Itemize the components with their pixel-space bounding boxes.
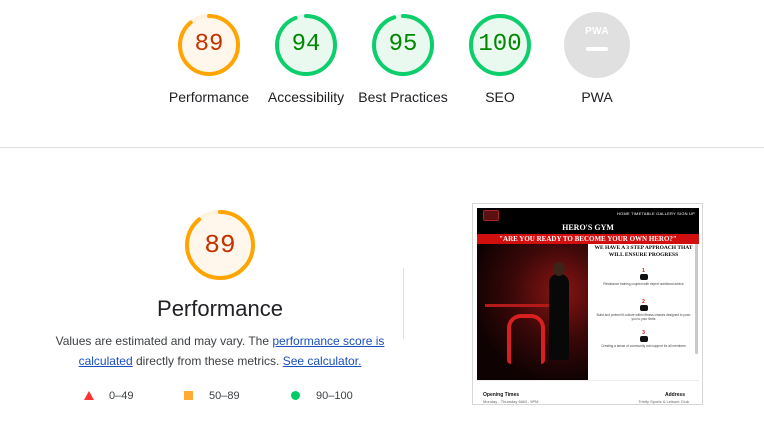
performance-title: Performance: [157, 296, 283, 321]
gauge-ring: 100: [467, 12, 533, 78]
photo-person-head: [553, 262, 565, 276]
legend-fail-range: 0–49: [109, 390, 134, 402]
gauge-label: Performance: [168, 89, 250, 105]
step-text: Resistance training coupled with expert …: [603, 282, 684, 286]
step-text: Build and protect fit-culture within fit…: [596, 313, 691, 321]
photo-person: [549, 274, 569, 360]
step-number: 3: [642, 330, 645, 336]
gauge-best-practices[interactable]: 95 Best Practices: [353, 12, 453, 107]
pwa-dash-icon: [586, 47, 608, 51]
gauge-ring: 95: [370, 12, 436, 78]
footer-address-line: Trinity Sports & Leisure Club: [638, 399, 689, 404]
performance-description: Values are estimated and may vary. The p…: [55, 331, 385, 371]
step-text: Creating a sense of community and suppor…: [601, 344, 686, 348]
category-gauges: 89 Performance 94 Accessibility 95 Best …: [0, 0, 764, 148]
see-calculator-link[interactable]: See calculator.: [283, 354, 362, 368]
gauge-accessibility[interactable]: 94 Accessibility: [256, 12, 356, 107]
average-square-icon: [184, 391, 193, 400]
gauge-seo[interactable]: 100 SEO: [450, 12, 550, 107]
site-tagline: "ARE YOU READY TO BECOME YOUR OWN HERO?": [477, 234, 699, 244]
site-nav-bar: HOME TIMETABLE GALLERY SIGN UP: [477, 208, 699, 222]
legend-average-range: 50–89: [209, 390, 240, 402]
dumbbell-icon: [639, 274, 648, 280]
gauge-score: 95: [388, 31, 418, 58]
performance-score: 89: [204, 230, 236, 260]
gauge-ring: 89: [176, 12, 242, 78]
site-footer: Opening Times Monday - Thursday 6AM - 9P…: [477, 380, 699, 404]
performance-gauge: 89: [183, 208, 257, 282]
section-divider: [0, 147, 764, 148]
legend-pass-range: 90–100: [316, 390, 353, 402]
gym-photo: [477, 244, 588, 380]
people-icon: [639, 336, 648, 342]
site-hero-title: HERO'S GYM: [477, 222, 699, 234]
gauge-label: PWA: [581, 89, 613, 105]
score-legend: 0–49 50–89 90–100: [84, 388, 374, 404]
gauge-score: 89: [194, 31, 224, 58]
screenshot-scrollbar: [695, 244, 698, 354]
step-number: 2: [642, 299, 645, 305]
steps-heading: WE HAVE A 3 STEP APPROACH THAT WILL ENSU…: [594, 245, 693, 258]
gauge-pwa[interactable]: PWA PWA: [547, 12, 647, 107]
photo-machine: [507, 314, 545, 364]
step-number: 1: [642, 268, 645, 274]
gauge-label: SEO: [485, 89, 515, 105]
footer-opening-times: Opening Times: [483, 392, 520, 398]
final-screenshot[interactable]: HOME TIMETABLE GALLERY SIGN UP HERO'S GY…: [472, 203, 703, 405]
footer-address: Address: [664, 392, 685, 398]
description-text-middle: directly from these metrics.: [132, 354, 283, 368]
gauge-score: 100: [478, 31, 522, 58]
gauge-performance[interactable]: 89 Performance: [159, 12, 259, 107]
gauge-ring: 94: [273, 12, 339, 78]
description-text: Values are estimated and may vary. The: [55, 334, 273, 348]
pwa-badge-text: PWA: [585, 26, 609, 37]
site-steps-panel: WE HAVE A 3 STEP APPROACH THAT WILL ENSU…: [588, 244, 699, 380]
step-item: 2 Build and protect fit-culture within f…: [594, 299, 693, 321]
gauge-score: 94: [291, 31, 321, 58]
gauge-label: Best Practices: [358, 89, 448, 105]
step-item: 1 Resistance training coupled with exper…: [594, 268, 693, 286]
fail-triangle-icon: [84, 391, 94, 400]
site-nav-links: HOME TIMETABLE GALLERY SIGN UP: [617, 211, 695, 216]
pass-circle-icon: [291, 391, 300, 400]
site-logo-icon: [483, 210, 499, 221]
pwa-badge: PWA: [564, 12, 630, 78]
gauge-label: Accessibility: [267, 89, 345, 105]
vertical-divider: [403, 268, 404, 339]
footer-opening-hours: Monday - Thursday 6AM - 9PM: [483, 399, 539, 404]
step-item: 3 Creating a sense of community and supp…: [594, 330, 693, 348]
kettlebell-icon: [639, 305, 648, 311]
